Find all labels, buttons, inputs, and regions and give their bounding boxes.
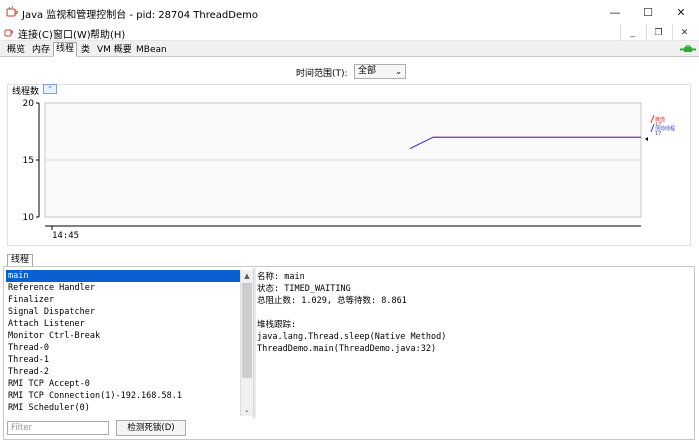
thread-filter-input[interactable]: Filter bbox=[7, 421, 109, 435]
y-tick-label: 10 bbox=[23, 213, 35, 223]
thread-list-item[interactable]: main bbox=[6, 270, 240, 282]
y-tick-label: 15 bbox=[23, 156, 34, 166]
detect-deadlock-button[interactable]: 检测死锁(D) bbox=[116, 420, 186, 436]
legend-value: 17 bbox=[655, 131, 661, 137]
thread-list-item[interactable]: RMI Scheduler(0) bbox=[6, 402, 240, 414]
thread-list-item[interactable]: Attach Listener bbox=[6, 318, 240, 330]
thread-list-item[interactable]: Reference Handler bbox=[6, 282, 240, 294]
thread-list-item[interactable]: RMI TCP Connection(1)-192.168.58.1 bbox=[6, 390, 240, 402]
thread-list-item[interactable]: Thread-1 bbox=[6, 354, 240, 366]
legend-marker bbox=[645, 137, 648, 141]
scroll-up-icon[interactable]: ▲ bbox=[241, 270, 253, 282]
thread-list[interactable]: main Reference Handler Finalizer Signal Dis… bbox=[6, 270, 240, 416]
thread-list-item[interactable]: Signal Dispatcher bbox=[6, 306, 240, 318]
thread-detail-line bbox=[257, 307, 687, 319]
scroll-thumb[interactable] bbox=[242, 283, 252, 378]
thread-detail-line: 总阻止数: 1.029, 总等待数: 8.861 bbox=[257, 296, 407, 306]
thread-list-item[interactable]: RMI TCP Accept-0 bbox=[6, 378, 240, 390]
split-pane-divider[interactable] bbox=[253, 268, 256, 418]
x-tick-label: 14:45 bbox=[52, 231, 79, 241]
thread-detail-line: ThreadDemo.main(ThreadDemo.java:32) bbox=[257, 344, 437, 354]
thread-detail-line: 名称: main bbox=[257, 272, 305, 282]
thread-detail-line: 堆栈跟踪: bbox=[257, 320, 297, 330]
thread-list-item[interactable]: Thread-2 bbox=[6, 366, 240, 378]
thread-detail-line: java.lang.Thread.sleep(Native Method) bbox=[257, 332, 447, 342]
scroll-down-icon[interactable]: ⌄ bbox=[241, 404, 253, 416]
thread-list-item[interactable]: Thread-0 bbox=[6, 342, 240, 354]
thread-list-item[interactable]: Monitor Ctrl-Break bbox=[6, 330, 240, 342]
legend-swatch bbox=[650, 114, 655, 124]
thread-details: 名称: main 状态: TIMED_WAITING 总阻止数: 1.029, 总等… bbox=[257, 271, 687, 355]
thread-detail-line: 状态: TIMED_WAITING bbox=[257, 284, 351, 294]
legend-swatch bbox=[650, 123, 655, 133]
y-tick-label: 20 bbox=[23, 99, 35, 109]
thread-list-scrollbar[interactable]: ▲ ⌄ bbox=[240, 270, 253, 416]
thread-list-item[interactable]: Finalizer bbox=[6, 294, 240, 306]
